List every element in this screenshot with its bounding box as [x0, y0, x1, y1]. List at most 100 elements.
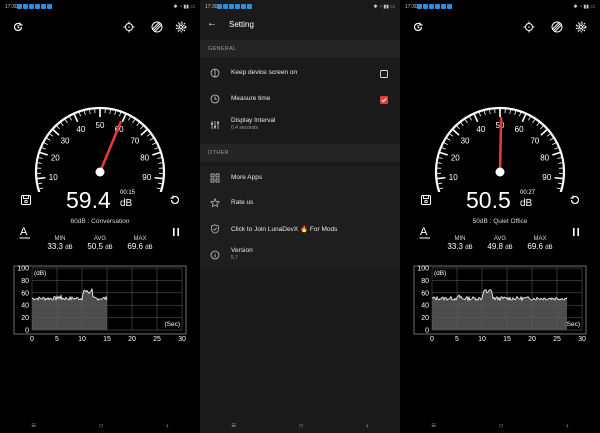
db-unit: dB [520, 198, 533, 209]
back-icon[interactable]: ‹ [566, 421, 569, 430]
status-time: 17:30 [5, 4, 18, 10]
gauge-label: 60 [515, 125, 524, 134]
status-bar: 17:30 ✱ ◔ ▮▮ ▭ [0, 0, 200, 14]
weighting-a-icon[interactable]: A [419, 225, 431, 239]
rate-us-row[interactable]: Rate us [200, 192, 400, 216]
settings-icon[interactable] [575, 21, 587, 33]
gauge-hub [495, 167, 505, 177]
measure-time-checkbox[interactable] [380, 96, 388, 104]
chart-y-tick: 100 [417, 266, 429, 273]
gauge-minor-tick [456, 125, 460, 130]
gauge-label: 50 [96, 121, 105, 130]
theme-icon[interactable] [151, 21, 163, 33]
gauge-minor-tick [443, 142, 448, 146]
settings-icon[interactable] [175, 21, 187, 33]
pause-icon[interactable] [170, 226, 182, 238]
gauge-minor-tick [437, 162, 442, 164]
db-reading: 59.4 [66, 187, 111, 213]
status-time: 17:30 [205, 4, 218, 10]
save-icon[interactable] [20, 194, 32, 206]
elapsed-time: 00:15 [120, 190, 136, 196]
reset-icon[interactable] [12, 21, 24, 33]
pause-icon[interactable] [570, 226, 582, 238]
calibrate-icon[interactable] [123, 21, 135, 33]
stat-max: MAX 69.6 dB [527, 236, 553, 251]
gauge-minor-tick [119, 112, 122, 117]
restart-icon[interactable] [569, 194, 581, 206]
gauge-label: 80 [140, 153, 149, 162]
recents-icon[interactable]: ≡ [31, 421, 36, 430]
gauge-label: 40 [476, 125, 485, 134]
keep-screen-on-row[interactable]: Keep device screen on [200, 62, 400, 86]
join-row[interactable]: Click to Join LunaDevX 🔥 For Mods [200, 218, 400, 242]
chart-y-label: (dB) [434, 270, 446, 277]
section-general: GENERAL [208, 46, 237, 52]
db-history-chart: 1008060402000 5 10 15 20 25 30(dB)(Sec) [413, 266, 587, 343]
system-icons: ✱ ◔ ▮▮ ▭ [573, 4, 595, 10]
recents-icon[interactable]: ≡ [431, 421, 436, 430]
home-icon[interactable]: ○ [299, 421, 304, 430]
chart-line [431, 289, 568, 302]
gauge-label: 100 [134, 192, 148, 193]
status-bar: 17:30 ✱ ◔ ▮▮ ▭ [400, 0, 600, 14]
elapsed-time: 00:27 [520, 190, 536, 196]
back-icon[interactable]: ‹ [166, 421, 169, 430]
chart-x-tick: 10 [478, 336, 486, 343]
version-label: Version [231, 247, 253, 254]
weighting-a-icon[interactable]: A [19, 225, 31, 239]
gauge-minor-tick [449, 133, 454, 137]
gauge-dial: 0102030405060708090100 [34, 106, 166, 193]
nav-bar: ≡ ○ ‹ [200, 417, 400, 433]
home-icon[interactable]: ○ [499, 421, 504, 430]
keep-screen-on-checkbox[interactable] [380, 70, 388, 78]
notification-icons [217, 4, 252, 9]
gauge-label: 30 [461, 137, 470, 146]
more-apps-row[interactable]: More Apps [200, 167, 400, 191]
gauge-minor-tick [438, 182, 443, 185]
gauge-minor-tick [557, 182, 562, 185]
gauge-minor-tick [136, 122, 140, 127]
stat-avg: AVG 49.8 dB [487, 236, 513, 251]
restart-icon[interactable] [169, 194, 181, 206]
db-unit: dB [120, 198, 133, 209]
display-interval-row[interactable]: Display Interval 0.4 seconds [200, 114, 400, 138]
more-apps-label: More Apps [231, 174, 263, 181]
theme-icon[interactable] [551, 21, 563, 33]
back-icon[interactable]: ‹ [366, 421, 369, 430]
notification-icons [417, 4, 452, 9]
gauge-minor-tick [64, 119, 68, 124]
page-title: Setting [229, 20, 254, 29]
chart-x-tick: 5 [55, 336, 59, 343]
sliders-icon [211, 121, 219, 129]
home-icon[interactable]: ○ [99, 421, 104, 430]
shield-check-icon [211, 224, 219, 234]
gauge-minor-tick [154, 147, 159, 150]
calibrate-icon[interactable] [523, 21, 535, 33]
gauge-minor-tick [41, 147, 46, 150]
gauge-major-tick [540, 129, 548, 136]
version-row: Version 5.7 [200, 244, 400, 268]
stat-avg: AVG 50.5 dB [87, 236, 113, 251]
reset-icon[interactable] [412, 21, 424, 33]
stat-max: MAX 69.6 dB [127, 236, 153, 251]
gauge-minor-tick [43, 142, 48, 146]
chart-y-label: (dB) [34, 270, 46, 277]
gauge-major-tick [152, 151, 161, 156]
chart-x-tick: 10 [78, 336, 86, 343]
notification-icons [17, 4, 52, 9]
db-reading: 50.5 [466, 187, 511, 213]
join-label: Click to Join LunaDevX 🔥 For Mods [231, 226, 338, 233]
gauge-minor-tick [38, 182, 43, 185]
gauge-minor-tick [38, 157, 43, 159]
back-arrow-icon[interactable]: ← [207, 18, 217, 29]
gauge-major-tick [452, 129, 460, 136]
recents-icon[interactable]: ≡ [231, 421, 236, 430]
gauge-minor-tick [489, 109, 491, 114]
level-description: 60dB : Conversation [70, 218, 130, 225]
save-icon[interactable] [420, 194, 432, 206]
chart-x-tick: 25 [153, 336, 161, 343]
gauge-label: 20 [51, 153, 60, 162]
measure-time-row[interactable]: Measure time [200, 88, 400, 112]
gauge-major-tick [437, 176, 446, 180]
gauge-minor-tick [39, 187, 44, 190]
